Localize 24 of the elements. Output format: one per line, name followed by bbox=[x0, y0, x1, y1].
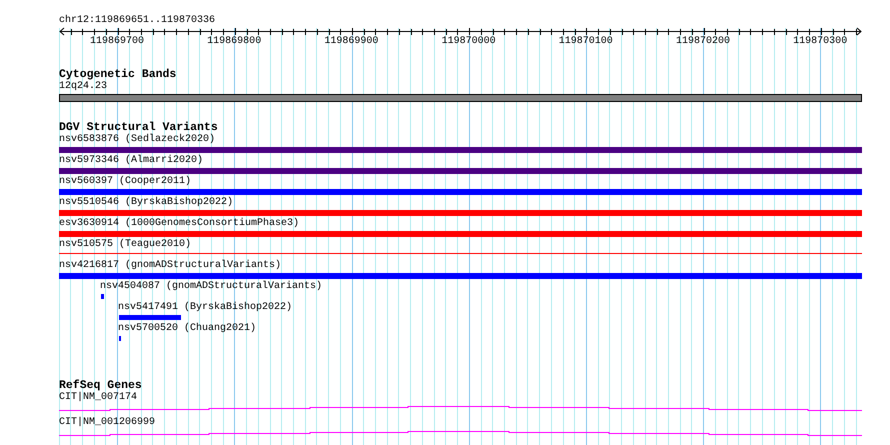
variant-label: nsv4216817 (gnomADStructuralVariants) bbox=[59, 260, 282, 272]
gene-label: CIT|NM_007174 bbox=[59, 392, 138, 404]
variant-label: nsv5510546 (ByrskaBishop2022) bbox=[59, 197, 234, 209]
ruler-label: 119869900 bbox=[324, 36, 378, 48]
ruler-label: 119870200 bbox=[676, 36, 730, 48]
variant-label: nsv4504087 (gnomADStructuralVariants) bbox=[100, 281, 322, 293]
variant-label: nsv5700520 (Chuang2021) bbox=[118, 323, 256, 335]
variant-label: nsv6583876 (Sedlazeck2020) bbox=[59, 134, 216, 146]
track-title: RefSeq Genes bbox=[59, 379, 142, 392]
band-label: 12q24.23 bbox=[59, 81, 108, 93]
variant-label: nsv5973346 (Almarri2020) bbox=[59, 155, 204, 167]
variant-label: nsv510575 (Teague2010) bbox=[59, 239, 192, 251]
ruler-label: 119870000 bbox=[442, 36, 496, 48]
variant-label: nsv5417491 (ByrskaBishop2022) bbox=[118, 302, 292, 314]
gene-label: CIT|NM_001206999 bbox=[59, 417, 156, 429]
ruler-label: 119870300 bbox=[793, 36, 848, 48]
ruler-label: 119869800 bbox=[207, 36, 262, 48]
location-text: chr12:119869651..119870336 bbox=[59, 15, 216, 27]
ruler-label: 119869700 bbox=[90, 36, 144, 48]
track-title: DGV Structural Variants bbox=[59, 121, 218, 134]
track-title: Cytogenetic Bands bbox=[59, 68, 176, 81]
ruler-label: 119870100 bbox=[558, 36, 613, 48]
variant-label: nsv560397 (Cooper2011) bbox=[59, 176, 192, 188]
variant-label: esv3630914 (1000GenomesConsortiumPhase3) bbox=[59, 218, 300, 230]
